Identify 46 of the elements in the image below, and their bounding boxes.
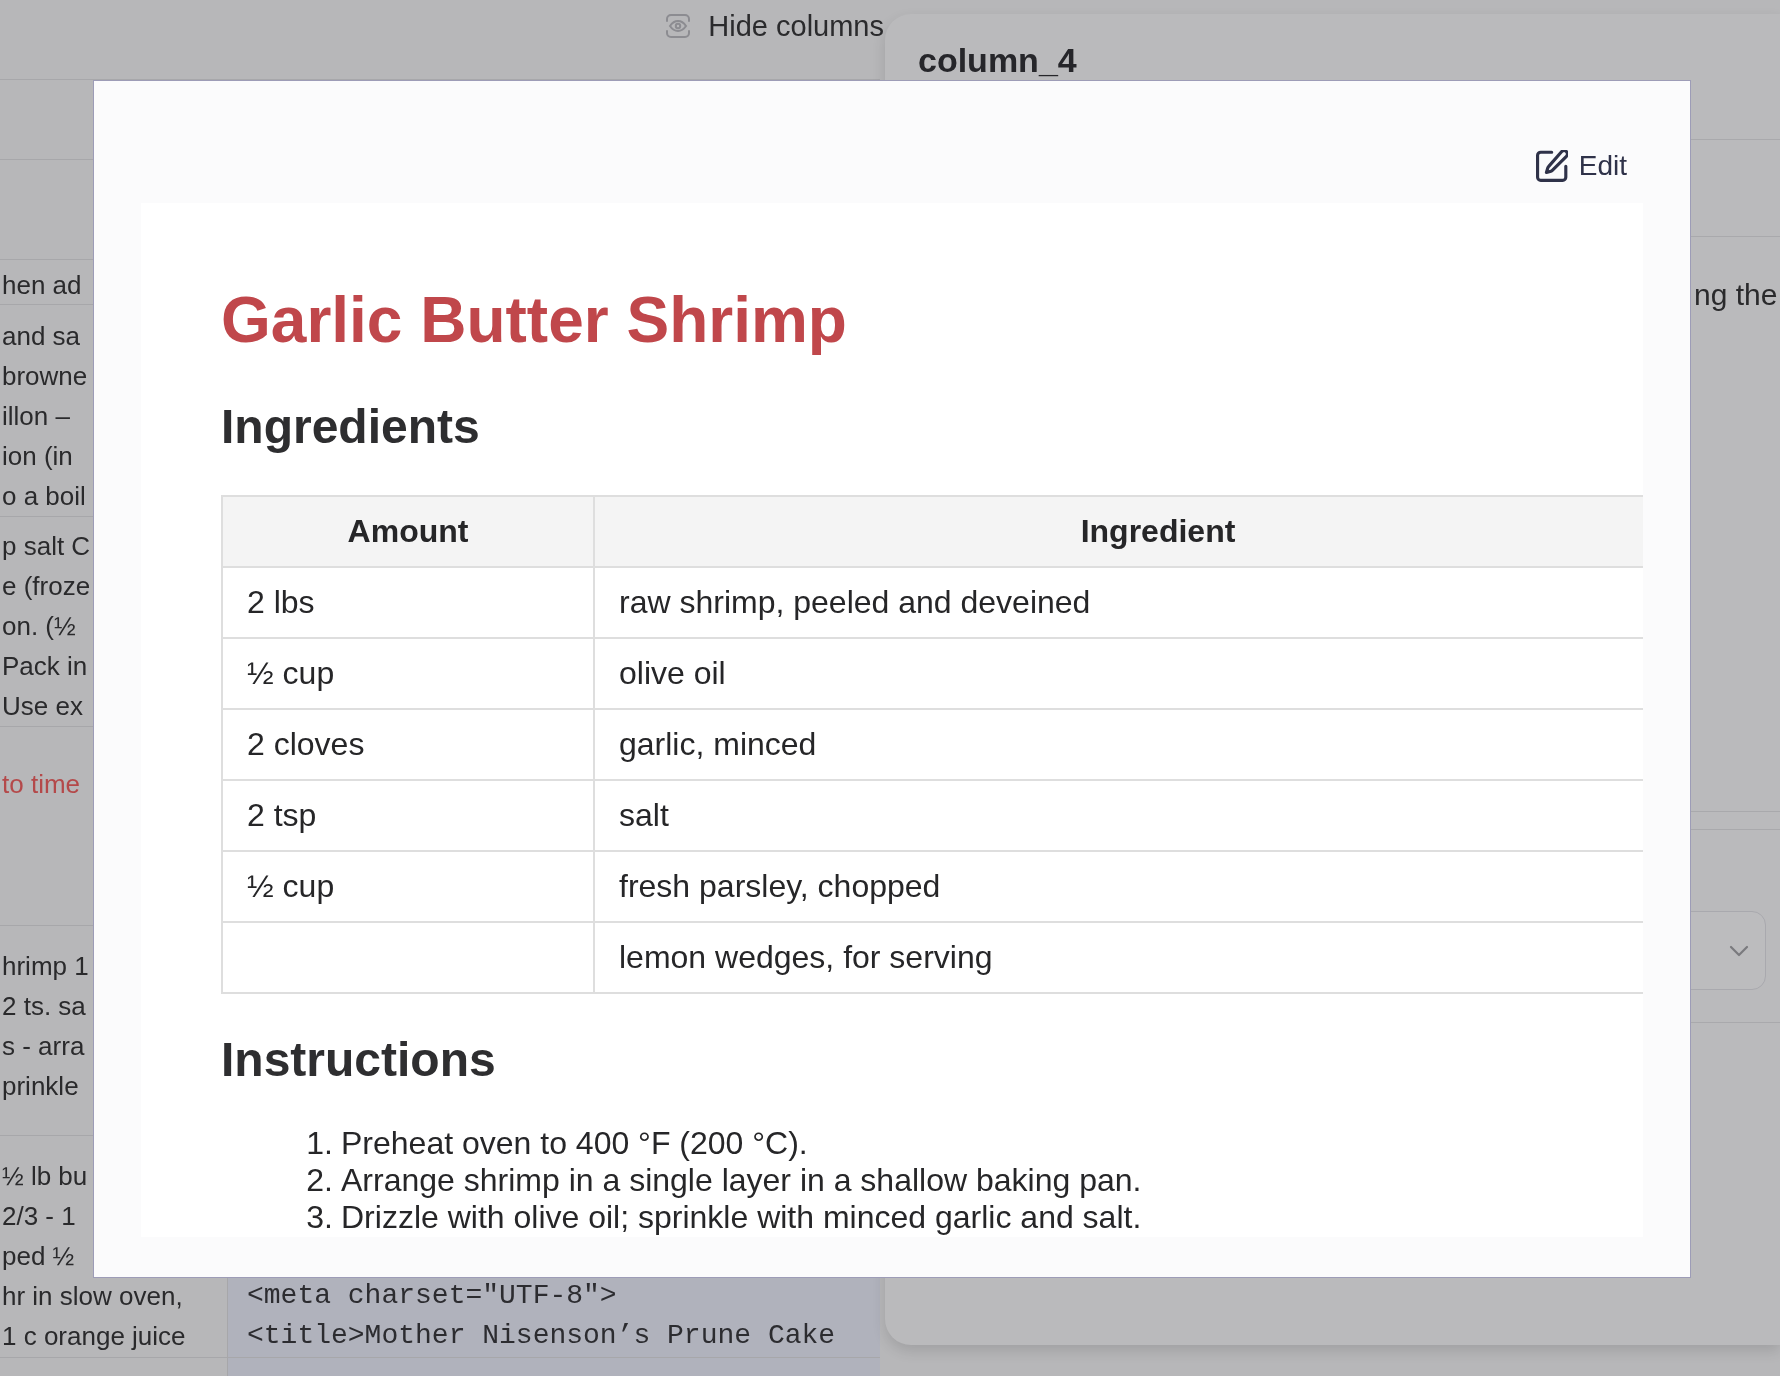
cell-text: browne [2,360,88,393]
step-number: 3. [305,1199,333,1236]
panel-text: ng the [1694,277,1778,313]
edit-button[interactable]: Edit [1535,144,1643,188]
code-line: <title>Mother Nisenson’s Prune Cake [247,1319,836,1353]
cell-text: p salt C [2,530,91,563]
cell-text: Pack in [2,650,88,683]
step-number: 1. [305,1125,333,1162]
cell-text: Use ex [2,690,83,723]
eye-icon [666,14,691,38]
cell-text: 2 ts. sa [2,990,86,1023]
column-header: Ingredient [594,496,1643,567]
error-text: to time [2,768,81,801]
table-cell: 2 tsp [222,780,594,851]
cell-text: ped ½ [2,1240,75,1273]
cell-text: and sa [2,320,81,353]
column-header: Amount [222,496,594,567]
cell-text: 2/3 - 1 [2,1200,76,1233]
section-heading: Instructions [221,1032,496,1087]
step-text: Preheat oven to 400 °F (200 °C). [341,1125,808,1162]
table-cell: 2 lbs [222,567,594,638]
cell-text: ½ lb bu [2,1160,88,1193]
cell-text: s - arra [2,1030,85,1063]
table-cell: 2 cloves [222,709,594,780]
section-heading: Ingredients [221,399,480,454]
cell-text: hr in slow oven, [2,1280,183,1313]
code-line: <meta charset="UTF-8"> [247,1279,617,1313]
chevron-down-icon [1729,944,1749,957]
cell-text: ion (in [2,440,73,473]
cell-text: hrimp 1 [2,950,89,983]
cell-text: hen ad [2,269,82,302]
cell-text: on. (½ [2,610,76,643]
cell-text: 1 c orange juice [2,1320,186,1353]
panel-heading: column_4 [918,42,1077,78]
table-cell: ½ cup [222,638,594,709]
step-number: 2. [305,1162,333,1199]
pencil-square-icon [1535,150,1568,182]
hide-columns-button[interactable]: Hide columns [666,6,885,46]
cell-text: prinkle [2,1070,79,1103]
cell-text: o a boil [2,480,86,513]
cell-text: illon – [2,400,70,433]
cell-text: e (froze [2,570,91,603]
recipe-title: Garlic Butter Shrimp [221,283,847,357]
step-text: Drizzle with olive oil; sprinkle with minced garlic and salt. [341,1199,1142,1236]
step-text: Arrange shrimp in a single layer in a shallow baking pan. [341,1162,1142,1199]
table-cell: ½ cup [222,851,594,922]
